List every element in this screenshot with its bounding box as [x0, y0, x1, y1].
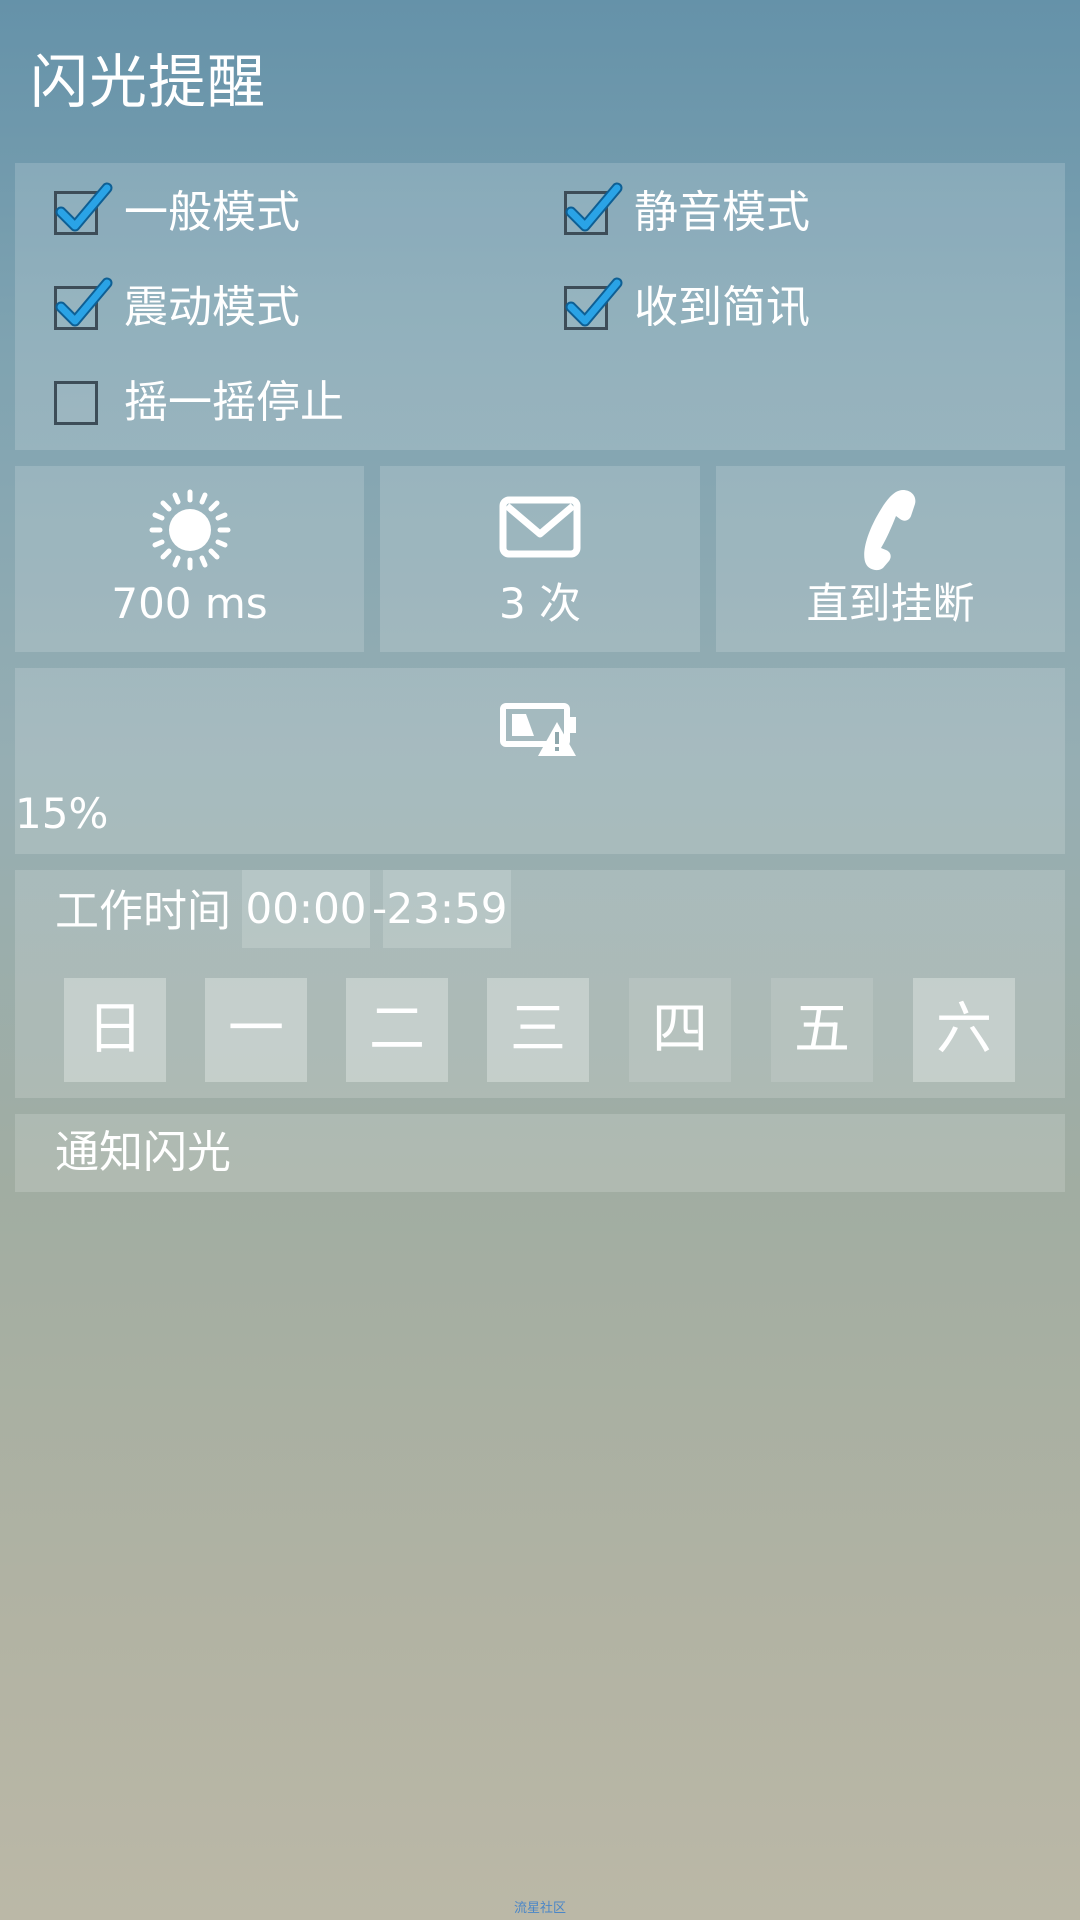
work-time-label: 工作时间 [55, 886, 231, 937]
checkbox-vibrate-mode[interactable]: 震动模式 [54, 268, 300, 348]
checkbox-silent-mode[interactable]: 静音模式 [564, 173, 810, 253]
battery-warning-icon [500, 700, 580, 762]
checkmark-icon [55, 182, 113, 232]
call-mode-value: 直到挂断 [806, 579, 975, 628]
checkmark-icon [565, 182, 623, 232]
day-toggle-fri[interactable]: 五 [771, 978, 873, 1082]
checkbox-sms[interactable]: 收到简讯 [564, 268, 810, 348]
checkbox-silent-mode-box[interactable] [564, 182, 623, 235]
checkbox-vibrate-mode-box[interactable] [54, 277, 113, 330]
call-mode-tile[interactable]: 直到挂断 [716, 466, 1065, 652]
day-toggle-sat[interactable]: 六 [913, 978, 1015, 1082]
flash-count-value: 3 次 [498, 579, 582, 628]
mode-options-panel: 一般模式 静音模式 震动模式 收到简讯 摇一摇停止 [15, 163, 1065, 450]
checkbox-normal-mode-label: 一般模式 [124, 187, 300, 238]
checkbox-shake-stop[interactable]: 摇一摇停止 [54, 363, 344, 443]
page-title: 闪光提醒 [30, 48, 267, 116]
checkbox-shake-stop-box[interactable] [54, 381, 98, 425]
notification-flash-row[interactable]: 通知闪光 [15, 1114, 1065, 1192]
notification-flash-label: 通知闪光 [55, 1127, 231, 1178]
flash-duration-tile[interactable]: 700 ms [15, 466, 364, 652]
low-battery-value: 15% [15, 789, 109, 838]
checkbox-sms-label: 收到简讯 [634, 282, 810, 333]
checkbox-shake-stop-label: 摇一摇停止 [124, 377, 344, 428]
checkmark-icon [55, 277, 113, 327]
work-time-start[interactable]: 00:00 [242, 870, 370, 948]
flash-count-tile[interactable]: 3 次 [380, 466, 700, 652]
checkbox-vibrate-mode-label: 震动模式 [124, 282, 300, 333]
day-toggle-sun[interactable]: 日 [64, 978, 166, 1082]
checkmark-icon [565, 277, 623, 327]
envelope-icon [499, 496, 581, 562]
checkbox-normal-mode[interactable]: 一般模式 [54, 173, 300, 253]
day-toggle-mon[interactable]: 一 [205, 978, 307, 1082]
day-toggle-thu[interactable]: 四 [629, 978, 731, 1082]
work-time-panel: 工作时间 00:00 - 23:59 日 一 二 三 四 五 六 [15, 870, 1065, 1098]
flash-duration-value: 700 ms [111, 579, 268, 628]
work-time-end[interactable]: 23:59 [383, 870, 511, 948]
checkbox-sms-box[interactable] [564, 277, 623, 330]
low-battery-tile[interactable]: 15% [15, 668, 1065, 854]
day-toggle-wed[interactable]: 三 [487, 978, 589, 1082]
phone-icon [859, 486, 923, 576]
checkbox-silent-mode-label: 静音模式 [634, 187, 810, 238]
checkbox-normal-mode-box[interactable] [54, 182, 113, 235]
day-toggle-tue[interactable]: 二 [346, 978, 448, 1082]
watermark: 流星社区 [513, 1901, 566, 1916]
sun-icon [148, 488, 232, 576]
